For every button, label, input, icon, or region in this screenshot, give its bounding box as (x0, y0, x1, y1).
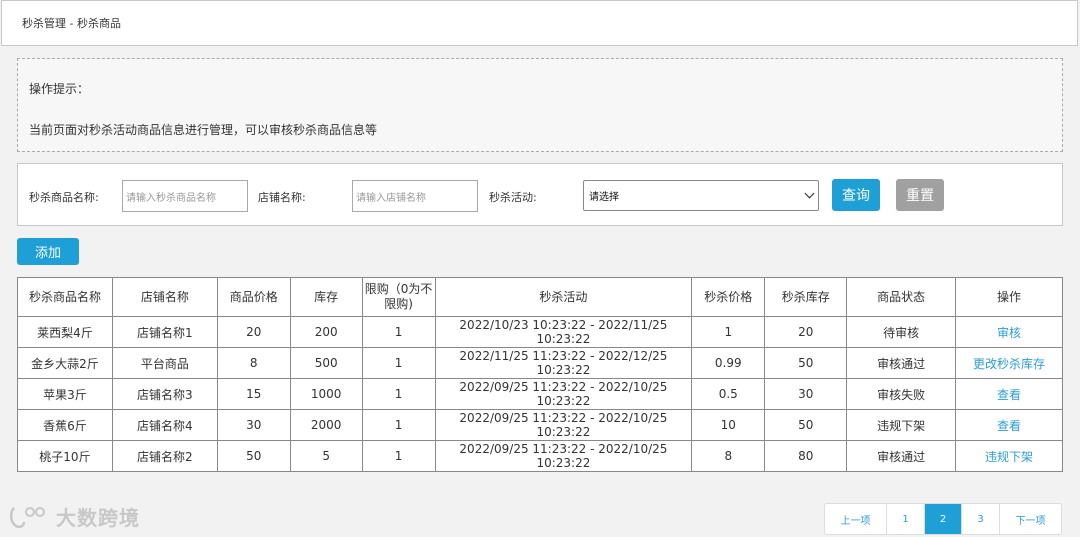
cell-seckill-stock: 50 (764, 409, 848, 441)
column-header: 商品价格 (216, 277, 291, 317)
cell-product-name: 莱西梨4斤 (17, 316, 113, 348)
cell-activity: 2022/09/25 11:23:22 - 2022/10/25 10:23:2… (434, 409, 693, 441)
cell-stock: 1000 (289, 378, 363, 410)
cell-shop-name: 平台商品 (111, 347, 218, 379)
cell-limit: 1 (361, 378, 436, 410)
watermark-text: 大数跨境 (56, 506, 140, 530)
column-header: 库存 (289, 277, 363, 317)
column-header: 秒杀价格 (691, 277, 766, 317)
cell-activity: 2022/10/23 10:23:22 - 2022/11/25 10:23:2… (434, 316, 693, 348)
cell-seckill-stock: 20 (764, 316, 848, 348)
review-link[interactable]: 审核 (955, 316, 1063, 348)
watermark-logo: 大数跨境 (8, 502, 140, 531)
cell-product-name: 香蕉6斤 (17, 409, 113, 441)
shop-name-placeholder: 请输入店铺名称 (356, 192, 426, 204)
cell-status: 违规下架 (846, 409, 957, 441)
cell-status: 待审核 (846, 316, 957, 348)
seckill-products-table: 秒杀商品名称 店铺名称 商品价格 库存 限购（0为不限购) 秒杀活动 秒杀价格 … (17, 277, 1063, 472)
change-stock-link[interactable]: 更改秒杀库存 (955, 347, 1063, 379)
watermark-icon (10, 506, 45, 528)
prev-page-button[interactable]: 上一项 (825, 504, 887, 534)
chevron-down-icon (804, 188, 815, 199)
view-link[interactable]: 查看 (955, 378, 1063, 410)
product-name-input[interactable]: 请输入秒杀商品名称 (122, 180, 248, 212)
cell-shop-name: 店铺名称3 (111, 378, 218, 410)
cell-seckill-price: 0.99 (691, 347, 766, 379)
table-header-row: 秒杀商品名称 店铺名称 商品价格 库存 限购（0为不限购) 秒杀活动 秒杀价格 … (17, 277, 1063, 317)
takedown-link[interactable]: 违规下架 (955, 440, 1063, 472)
cell-seckill-stock: 30 (764, 378, 848, 410)
cell-activity: 2022/09/25 11:23:22 - 2022/10/25 10:23:2… (434, 440, 693, 472)
page-2-button[interactable]: 2 (925, 504, 962, 534)
operation-tips-panel: 操作提示： 当前页面对秒杀活动商品信息进行管理，可以审核秒杀商品信息等 (17, 58, 1063, 152)
column-header: 秒杀活动 (434, 277, 693, 317)
column-header: 限购（0为不限购) (361, 277, 436, 317)
product-name-placeholder: 请输入秒杀商品名称 (126, 192, 216, 204)
cell-seckill-price: 8 (691, 440, 766, 472)
cell-shop-name: 店铺名称1 (111, 316, 218, 348)
activity-select-value: 请选择 (589, 192, 619, 203)
cell-activity: 2022/09/25 11:23:22 - 2022/10/25 10:23:2… (434, 378, 693, 410)
column-header: 秒杀商品名称 (17, 277, 113, 317)
cell-status: 审核通过 (846, 347, 957, 379)
column-header: 操作 (955, 277, 1063, 317)
breadcrumb-text: 秒杀管理 - 秒杀商品 (22, 17, 121, 30)
shop-name-label: 店铺名称: (258, 191, 306, 204)
cell-limit: 1 (361, 316, 436, 348)
cell-activity: 2022/11/25 11:23:22 - 2022/12/25 10:23:2… (434, 347, 693, 379)
column-header: 店铺名称 (111, 277, 218, 317)
cell-limit: 1 (361, 440, 436, 472)
cell-seckill-price: 10 (691, 409, 766, 441)
activity-label: 秒杀活动: (489, 191, 537, 204)
cell-price: 20 (216, 316, 291, 348)
cell-price: 30 (216, 409, 291, 441)
product-name-label: 秒杀商品名称: (29, 191, 99, 204)
cell-seckill-stock: 50 (764, 347, 848, 379)
cell-shop-name: 店铺名称4 (111, 409, 218, 441)
cell-shop-name: 店铺名称2 (111, 440, 218, 472)
cell-price: 15 (216, 378, 291, 410)
query-button[interactable]: 查询 (832, 179, 880, 211)
filter-bar: 秒杀商品名称: 请输入秒杀商品名称 店铺名称: 请输入店铺名称 秒杀活动: 请选… (17, 163, 1063, 226)
tips-title: 操作提示： (29, 82, 90, 96)
add-button[interactable]: 添加 (17, 238, 79, 265)
table-row: 香蕉6斤 店铺名称4 30 2000 1 2022/09/25 11:23:22… (17, 409, 1063, 441)
cell-stock: 2000 (289, 409, 363, 441)
tips-description: 当前页面对秒杀活动商品信息进行管理，可以审核秒杀商品信息等 (29, 123, 378, 137)
cell-product-name: 金乡大蒜2斤 (17, 347, 113, 379)
cell-seckill-price: 1 (691, 316, 766, 348)
cell-stock: 200 (289, 316, 363, 348)
page-1-button[interactable]: 1 (887, 504, 925, 534)
cell-product-name: 苹果3斤 (17, 378, 113, 410)
cell-status: 审核通过 (846, 440, 957, 472)
column-header: 秒杀库存 (764, 277, 848, 317)
cell-price: 8 (216, 347, 291, 379)
cell-stock: 500 (289, 347, 363, 379)
table-row: 桃子10斤 店铺名称2 50 5 1 2022/09/25 11:23:22 -… (17, 440, 1063, 472)
activity-select[interactable]: 请选择 (583, 180, 819, 211)
next-page-button[interactable]: 下一项 (1000, 504, 1061, 534)
cell-product-name: 桃子10斤 (17, 440, 113, 472)
cell-stock: 5 (289, 440, 363, 472)
breadcrumb: 秒杀管理 - 秒杀商品 (1, 0, 1078, 46)
cell-status: 审核失败 (846, 378, 957, 410)
cell-limit: 1 (361, 409, 436, 441)
cell-seckill-price: 0.5 (691, 378, 766, 410)
reset-button[interactable]: 重置 (896, 179, 944, 211)
table-row: 苹果3斤 店铺名称3 15 1000 1 2022/09/25 11:23:22… (17, 378, 1063, 410)
table-row: 莱西梨4斤 店铺名称1 20 200 1 2022/10/23 10:23:22… (17, 316, 1063, 348)
shop-name-input[interactable]: 请输入店铺名称 (352, 180, 478, 212)
cell-limit: 1 (361, 347, 436, 379)
cell-seckill-stock: 80 (764, 440, 848, 472)
cell-price: 50 (216, 440, 291, 472)
pagination: 上一项 1 2 3 下一项 (824, 503, 1062, 535)
column-header: 商品状态 (846, 277, 957, 317)
view-link[interactable]: 查看 (955, 409, 1063, 441)
page-3-button[interactable]: 3 (962, 504, 1000, 534)
table-row: 金乡大蒜2斤 平台商品 8 500 1 2022/11/25 11:23:22 … (17, 347, 1063, 379)
